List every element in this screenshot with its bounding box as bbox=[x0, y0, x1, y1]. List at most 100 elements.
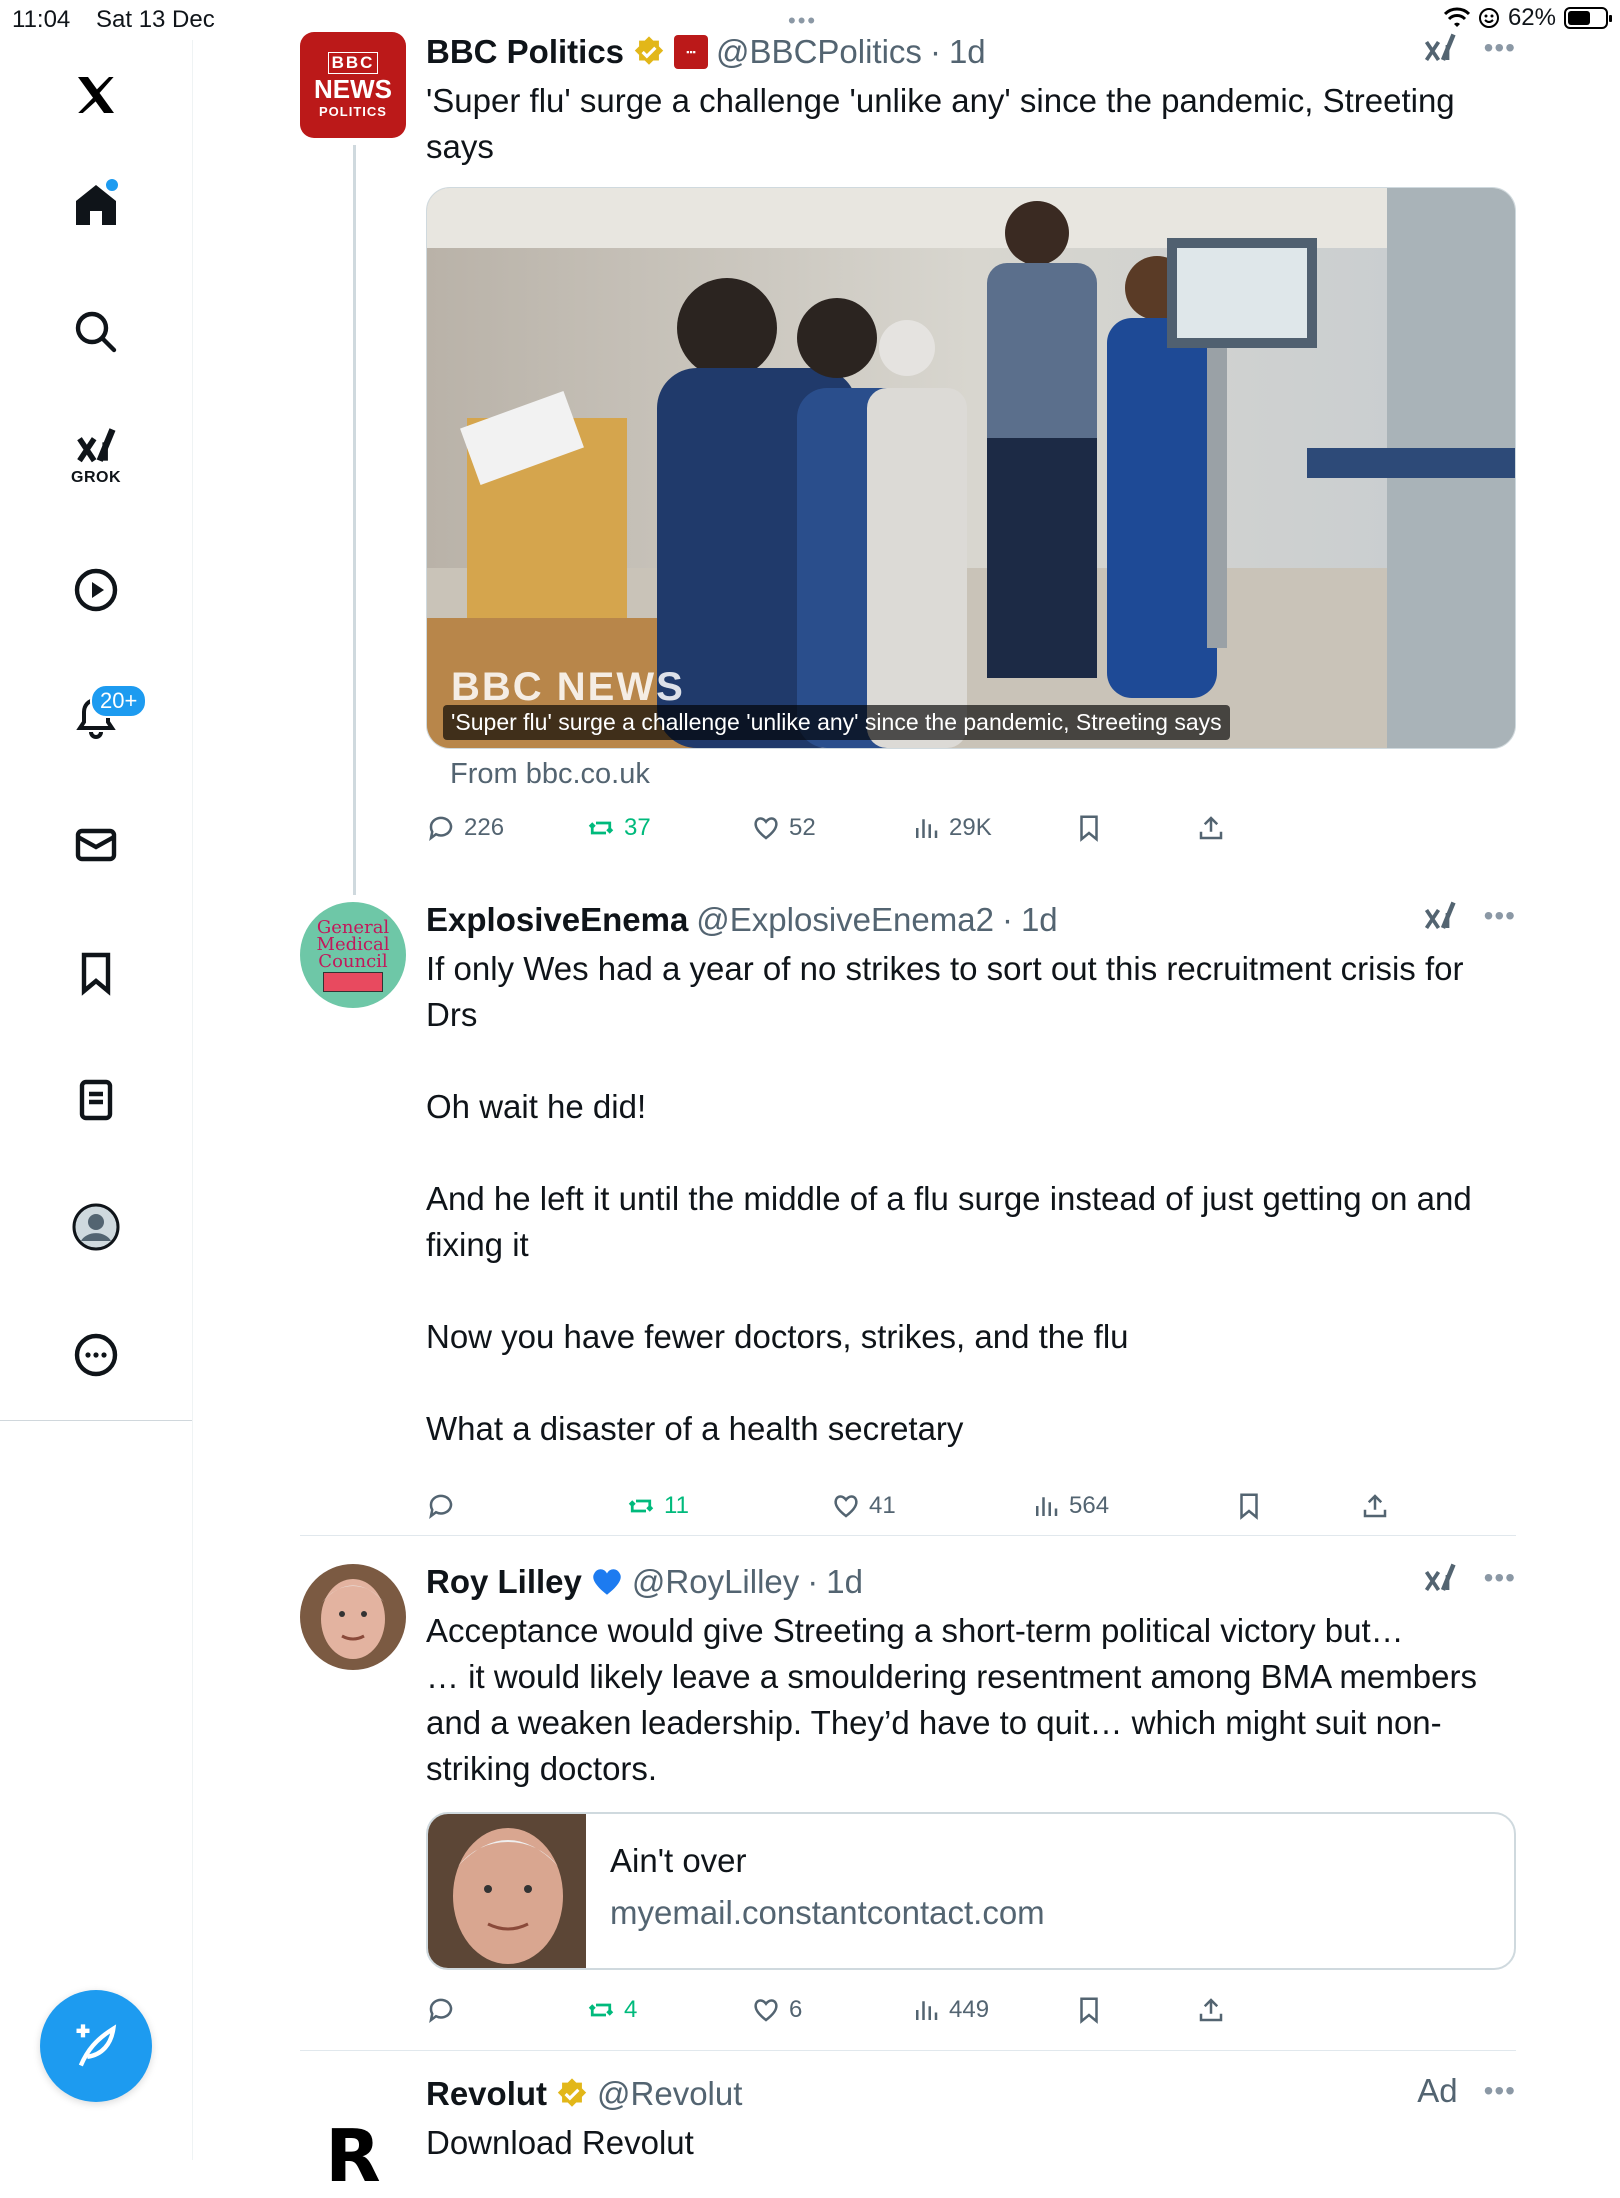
repost-count: 37 bbox=[624, 814, 651, 841]
bookmark-button[interactable] bbox=[1074, 1995, 1104, 2025]
lists-icon[interactable] bbox=[66, 1070, 126, 1130]
like-count: 52 bbox=[789, 814, 816, 841]
author-handle[interactable]: @Revolut bbox=[597, 2072, 742, 2116]
repost-icon bbox=[628, 1499, 654, 1513]
bookmarks-icon[interactable] bbox=[66, 943, 126, 1003]
post-more-icon[interactable]: ••• bbox=[1484, 900, 1516, 932]
post-separator bbox=[300, 1535, 1516, 1536]
post-text: 'Super flu' surge a challenge 'unlike an… bbox=[426, 82, 1464, 165]
post-separator bbox=[300, 2050, 1516, 2051]
bbc-politics-avatar[interactable]: BBC NEWS POLITICS bbox=[300, 32, 406, 138]
share-button[interactable] bbox=[1196, 813, 1226, 843]
blue-heart-icon bbox=[593, 1569, 621, 1595]
bookmark-button[interactable] bbox=[1234, 1491, 1264, 1521]
grok-explain-icon[interactable] bbox=[1422, 898, 1458, 934]
link-preview-card[interactable]: Ain't over myemail.constantcontact.com bbox=[426, 1812, 1516, 1970]
bookmark-icon bbox=[1240, 1493, 1258, 1520]
profile-avatar-icon[interactable] bbox=[66, 1197, 126, 1257]
explosiveenema-avatar[interactable]: General Medical Council bbox=[300, 902, 406, 1008]
messages-icon[interactable] bbox=[66, 815, 126, 875]
like-count: 6 bbox=[789, 1996, 803, 2023]
repost-button[interactable]: 37 bbox=[586, 813, 651, 843]
author-name[interactable]: Roy Lilley bbox=[426, 1560, 582, 1604]
share-icon bbox=[1199, 1998, 1223, 2022]
author-handle[interactable]: @ExplosiveEnema2 bbox=[696, 898, 994, 942]
revolut-logo-icon[interactable]: R bbox=[300, 2092, 406, 2198]
views-button[interactable]: 564 bbox=[1031, 1491, 1109, 1521]
like-count: 41 bbox=[869, 1492, 896, 1519]
repost-button[interactable]: 11 bbox=[626, 1491, 689, 1521]
like-button[interactable]: 6 bbox=[751, 1995, 802, 2025]
repost-button[interactable]: 4 bbox=[586, 1995, 637, 2025]
reply-button[interactable] bbox=[426, 1491, 456, 1521]
post-more-icon[interactable]: ••• bbox=[1484, 32, 1516, 64]
repost-icon bbox=[588, 821, 614, 835]
status-time: 11:04 bbox=[12, 6, 71, 33]
grok-icon[interactable]: GROK bbox=[66, 425, 126, 486]
views-chart-icon bbox=[916, 2001, 938, 2020]
reply-button[interactable] bbox=[426, 1995, 456, 2025]
avatar-politics-text: POLITICS bbox=[319, 103, 387, 119]
post-header: Roy Lilley @RoyLilley · 1d bbox=[426, 1560, 1516, 1604]
notifications-bell-icon[interactable]: 20+ bbox=[66, 684, 148, 748]
link-source[interactable]: From bbc.co.uk bbox=[450, 758, 650, 791]
article-image[interactable]: BBC NEWS 'Super flu' surge a challenge '… bbox=[426, 187, 1516, 749]
separator-dot: · bbox=[1001, 901, 1013, 938]
like-button[interactable]: 52 bbox=[751, 813, 816, 843]
author-name[interactable]: BBC Politics bbox=[426, 30, 624, 74]
roy-lilley-avatar[interactable] bbox=[300, 1564, 406, 1670]
more-options-icon[interactable] bbox=[66, 1325, 126, 1385]
like-heart-icon bbox=[754, 1999, 778, 2022]
share-button[interactable] bbox=[1196, 1995, 1226, 2025]
reply-button[interactable]: 226 bbox=[426, 813, 504, 843]
author-name[interactable]: Revolut bbox=[426, 2072, 547, 2116]
reply-icon bbox=[429, 1998, 453, 2023]
verified-gold-badge-icon bbox=[557, 2078, 587, 2107]
views-button[interactable]: 29K bbox=[911, 813, 992, 843]
reply-icon bbox=[429, 1494, 453, 1519]
avatar-bbc-text: BBC bbox=[327, 51, 379, 74]
post-more-icon[interactable]: ••• bbox=[1484, 2075, 1516, 2107]
separator-dot: · bbox=[807, 1563, 819, 1600]
post-text: Acceptance would give Streeting a short-… bbox=[426, 1612, 1477, 1787]
post-header: BBC Politics ▪▪▪ @BBCPolitics · 1d bbox=[426, 30, 1516, 74]
video-icon[interactable] bbox=[66, 560, 126, 620]
post-time[interactable]: 1d bbox=[949, 30, 986, 74]
repost-count: 11 bbox=[664, 1492, 689, 1519]
grok-explain-icon[interactable] bbox=[1422, 30, 1458, 66]
battery-icon bbox=[1564, 7, 1612, 29]
views-button[interactable]: 449 bbox=[911, 1995, 989, 2025]
post-more-icon[interactable]: ••• bbox=[1484, 1562, 1516, 1594]
repost-icon bbox=[588, 2003, 614, 2017]
hospital-corridor-photo bbox=[427, 188, 1515, 748]
views-chart-icon bbox=[1036, 1497, 1058, 1516]
author-name[interactable]: ExplosiveEnema bbox=[426, 898, 688, 942]
author-handle[interactable]: @BBCPolitics bbox=[716, 30, 922, 74]
post-time[interactable]: 1d bbox=[1021, 898, 1058, 942]
post-actions: 226 37 52 29K bbox=[426, 806, 1516, 850]
link-card-domain: myemail.constantcontact.com bbox=[610, 1894, 1045, 1931]
author-handle[interactable]: @RoyLilley bbox=[632, 1560, 799, 1604]
sidebar: GROK 20+ bbox=[0, 40, 193, 2160]
like-heart-icon bbox=[754, 817, 778, 840]
post-text: Download Revolut bbox=[426, 2124, 694, 2161]
repost-count: 4 bbox=[624, 1996, 638, 2023]
search-icon[interactable] bbox=[66, 302, 126, 362]
home-icon[interactable] bbox=[66, 175, 126, 235]
avatar-line-3: Council bbox=[318, 950, 388, 972]
like-button[interactable]: 41 bbox=[831, 1491, 896, 1521]
status-date: Sat 13 Dec bbox=[96, 6, 215, 33]
avatar-line-2: Medical bbox=[316, 933, 390, 955]
verified-gold-badge-icon bbox=[634, 36, 664, 65]
grok-explain-icon[interactable] bbox=[1422, 1560, 1458, 1596]
link-card-thumbnail bbox=[428, 1814, 586, 1968]
post-actions: 4 6 449 bbox=[426, 1988, 1516, 2032]
sidebar-divider bbox=[0, 1420, 192, 1421]
share-button[interactable] bbox=[1360, 1491, 1390, 1521]
post-time[interactable]: 1d bbox=[826, 1560, 863, 1604]
share-icon bbox=[1363, 1494, 1387, 1518]
bookmark-button[interactable] bbox=[1074, 813, 1104, 843]
reply-icon bbox=[429, 816, 453, 841]
compose-post-button[interactable] bbox=[40, 1990, 152, 2102]
x-logo-icon[interactable] bbox=[66, 65, 126, 125]
